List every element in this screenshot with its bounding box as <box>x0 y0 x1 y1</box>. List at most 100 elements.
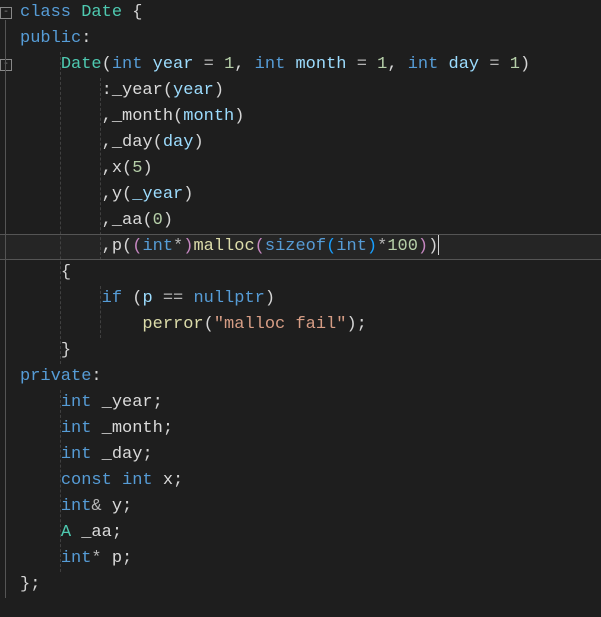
type-int: int <box>61 549 92 568</box>
member-day: _day <box>112 133 153 152</box>
num-literal: 1 <box>377 55 387 74</box>
op-star: * <box>173 237 183 256</box>
paren-close: ) <box>163 211 173 230</box>
keyword-class: class <box>20 3 71 22</box>
code-line[interactable]: ,_aa(0) <box>14 208 601 234</box>
code-line[interactable]: } <box>14 338 601 364</box>
member-p: p <box>112 549 122 568</box>
text-cursor <box>438 235 439 255</box>
fn-malloc: malloc <box>193 237 254 256</box>
comma: , <box>102 107 112 126</box>
member-year: _year <box>112 81 163 100</box>
type-int: int <box>336 237 367 256</box>
fold-marker-class[interactable]: - <box>0 7 12 19</box>
code-editor[interactable]: - - class Date { public: Date(int year =… <box>0 0 601 617</box>
paren-open: ( <box>132 289 142 308</box>
param-day: day <box>449 55 480 74</box>
num-literal: 100 <box>387 237 418 256</box>
code-line[interactable]: class Date { <box>14 0 601 26</box>
code-line[interactable]: ,y(_year) <box>14 182 601 208</box>
num-literal: 5 <box>132 159 142 178</box>
paren-open: ( <box>122 159 132 178</box>
keyword-sizeof: sizeof <box>265 237 326 256</box>
colon: : <box>102 81 112 100</box>
member-aa: _aa <box>112 211 143 230</box>
string-literal: "malloc fail" <box>214 315 347 334</box>
fn-perror: perror <box>142 315 203 334</box>
op-eq: = <box>204 55 214 74</box>
code-area[interactable]: class Date { public: Date(int year = 1, … <box>14 0 601 617</box>
code-line[interactable]: int& y; <box>14 494 601 520</box>
var-p: p <box>142 289 152 308</box>
paren-close: ) <box>142 159 152 178</box>
semicolon: ; <box>173 471 183 490</box>
code-line[interactable]: int* p; <box>14 546 601 572</box>
paren-close: ) <box>234 107 244 126</box>
type-int: int <box>142 237 173 256</box>
paren-close: ) <box>367 237 377 256</box>
num-literal: 1 <box>510 55 520 74</box>
member-day: _day <box>102 445 143 464</box>
paren-open: ( <box>173 107 183 126</box>
code-line[interactable]: ,_month(month) <box>14 104 601 130</box>
semicolon: ; <box>112 523 122 542</box>
type-int: int <box>61 419 92 438</box>
code-line[interactable]: Date(int year = 1, int month = 1, int da… <box>14 52 601 78</box>
num-literal: 0 <box>153 211 163 230</box>
comma: , <box>102 185 112 204</box>
semicolon: ; <box>163 419 173 438</box>
comma: , <box>102 133 112 152</box>
code-line[interactable]: if (p == nullptr) <box>14 286 601 312</box>
paren-close: ) <box>418 237 428 256</box>
semicolon: ; <box>142 445 152 464</box>
paren-open: ( <box>163 81 173 100</box>
type-name: Date <box>81 3 122 22</box>
code-line[interactable]: { <box>14 260 601 286</box>
code-line[interactable]: A _aa; <box>14 520 601 546</box>
code-line[interactable]: private: <box>14 364 601 390</box>
op-mul: * <box>377 237 387 256</box>
code-line[interactable]: int _month; <box>14 416 601 442</box>
code-line[interactable]: int _year; <box>14 390 601 416</box>
type-int: int <box>408 55 439 74</box>
op-amp: & <box>91 497 101 516</box>
member-y: y <box>112 497 122 516</box>
colon: : <box>91 367 101 386</box>
paren-close: ) <box>428 237 438 256</box>
type-int: int <box>122 471 153 490</box>
fold-marker-ctor[interactable]: - <box>0 59 12 71</box>
paren-open: ( <box>122 237 132 256</box>
comma: , <box>387 55 397 74</box>
param-month: month <box>295 55 346 74</box>
paren-close: ) <box>183 237 193 256</box>
brace-close: } <box>20 575 30 594</box>
paren-close: ) <box>265 289 275 308</box>
num-literal: 1 <box>224 55 234 74</box>
paren-open: ( <box>142 211 152 230</box>
keyword-if: if <box>102 289 122 308</box>
code-line[interactable]: ,_day(day) <box>14 130 601 156</box>
member-x: x <box>112 159 122 178</box>
brace-open: { <box>132 3 142 22</box>
op-eq: = <box>489 55 499 74</box>
var-day: day <box>163 133 194 152</box>
code-line[interactable]: ,p((int*)malloc(sizeof(int)*100)) <box>14 234 601 260</box>
type-int: int <box>61 393 92 412</box>
paren-open: ( <box>132 237 142 256</box>
code-line[interactable]: const int x; <box>14 468 601 494</box>
code-line[interactable]: public: <box>14 26 601 52</box>
op-star: * <box>91 549 101 568</box>
code-line[interactable]: int _day; <box>14 442 601 468</box>
code-line[interactable]: }; <box>14 572 601 598</box>
keyword-public: public <box>20 29 81 48</box>
comma: , <box>102 237 112 256</box>
keyword-nullptr: nullptr <box>193 289 264 308</box>
paren-open: ( <box>255 237 265 256</box>
op-eq: = <box>357 55 367 74</box>
code-line[interactable]: :_year(year) <box>14 78 601 104</box>
code-line[interactable]: perror("malloc fail"); <box>14 312 601 338</box>
code-line[interactable]: ,x(5) <box>14 156 601 182</box>
comma: , <box>234 55 244 74</box>
ctor-name: Date <box>61 55 102 74</box>
member-aa: _aa <box>81 523 112 542</box>
